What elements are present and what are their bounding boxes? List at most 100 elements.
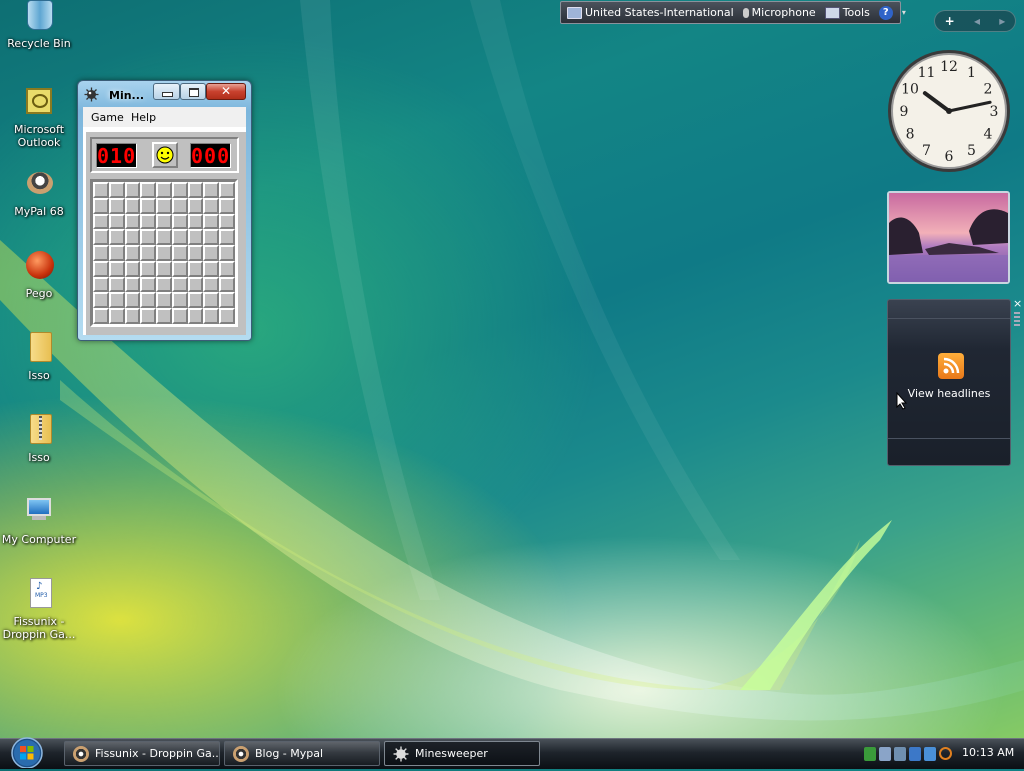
mine-cell[interactable]	[124, 276, 141, 293]
smiley-face-button[interactable]	[152, 142, 178, 168]
menu-help[interactable]: Help	[131, 111, 156, 124]
drag-handle-icon[interactable]	[1014, 312, 1020, 328]
mine-cell[interactable]	[219, 308, 235, 324]
minesweeper-window[interactable]: Min... ✕ Game Help 010 000	[77, 80, 252, 341]
mine-cell[interactable]	[140, 292, 157, 309]
mine-cell[interactable]	[156, 197, 172, 214]
mine-cell[interactable]	[124, 197, 141, 214]
mine-cell[interactable]	[93, 308, 109, 324]
taskbar-clock[interactable]: 10:13 AM	[962, 746, 1014, 759]
mine-cell[interactable]	[124, 292, 141, 309]
desktop-icon-mp3[interactable]: MP3 ♪ Fissunix - Droppin Ga...	[0, 578, 78, 641]
mine-cell[interactable]	[124, 260, 141, 277]
mine-cell[interactable]	[187, 245, 204, 261]
mine-cell[interactable]	[171, 182, 188, 198]
mine-cell[interactable]	[203, 213, 220, 230]
mine-cell[interactable]	[171, 260, 188, 277]
mine-cell[interactable]	[219, 260, 235, 277]
mine-cell[interactable]	[140, 276, 157, 293]
mine-cell[interactable]	[219, 229, 235, 246]
display-icon[interactable]	[909, 746, 921, 761]
mine-cell[interactable]	[156, 292, 172, 309]
mine-cell[interactable]	[93, 276, 109, 293]
minimize-button[interactable]	[153, 83, 180, 100]
language-icon[interactable]	[924, 746, 936, 761]
desktop-icon-pego[interactable]: Pego	[0, 250, 78, 300]
mine-cell[interactable]	[93, 260, 109, 277]
language-selector[interactable]: United States-International	[567, 6, 734, 19]
next-page-button[interactable]: ▸	[999, 14, 1005, 28]
desktop-icon-my-computer[interactable]: My Computer	[0, 496, 78, 546]
taskbar-button-fissunix[interactable]: Fissunix - Droppin Ga...	[64, 741, 220, 766]
mine-cell[interactable]	[187, 229, 204, 246]
slideshow-gadget[interactable]	[887, 191, 1010, 284]
mine-cell[interactable]	[171, 213, 188, 230]
mine-cell[interactable]	[140, 213, 157, 230]
mine-cell[interactable]	[187, 197, 204, 214]
mine-cell[interactable]	[219, 182, 235, 198]
mine-cell[interactable]	[219, 245, 235, 261]
mine-cell[interactable]	[187, 276, 204, 293]
mine-cell[interactable]	[108, 245, 125, 261]
mine-cell[interactable]	[108, 292, 125, 309]
mine-cell[interactable]	[140, 245, 157, 261]
mine-cell[interactable]	[124, 245, 141, 261]
mine-cell[interactable]	[187, 308, 204, 324]
desktop-icon-isso-folder[interactable]: Isso	[0, 332, 78, 382]
mine-cell[interactable]	[124, 229, 141, 246]
mine-cell[interactable]	[108, 260, 125, 277]
mine-cell[interactable]	[93, 229, 109, 246]
mine-cell[interactable]	[171, 292, 188, 309]
mine-cell[interactable]	[187, 182, 204, 198]
mine-cell[interactable]	[140, 260, 157, 277]
mine-cell[interactable]	[171, 229, 188, 246]
taskbar-button-minesweeper[interactable]: Minesweeper	[384, 741, 540, 766]
langbar-options-icon[interactable]: ▾	[902, 8, 906, 17]
mine-cell[interactable]	[219, 213, 235, 230]
mine-cell[interactable]	[203, 292, 220, 309]
mine-cell[interactable]	[171, 308, 188, 324]
maximize-button[interactable]	[180, 83, 206, 100]
mine-cell[interactable]	[156, 308, 172, 324]
mine-cell[interactable]	[171, 197, 188, 214]
help-button[interactable]: ?	[878, 5, 893, 20]
language-bar[interactable]: United States-International Microphone T…	[560, 1, 906, 24]
mine-cell[interactable]	[203, 182, 220, 198]
previous-page-button[interactable]: ◂	[974, 14, 980, 28]
close-icon[interactable]: ×	[1013, 298, 1023, 310]
desktop-icon-recycle-bin[interactable]: Recycle Bin	[0, 0, 78, 50]
menu-game[interactable]: Game	[91, 111, 124, 124]
mine-cell[interactable]	[203, 245, 220, 261]
mine-cell[interactable]	[108, 213, 125, 230]
mine-cell[interactable]	[93, 292, 109, 309]
security-check-icon[interactable]	[864, 746, 876, 761]
microphone-button[interactable]: Microphone	[742, 6, 816, 19]
network-icon[interactable]	[879, 746, 891, 761]
mine-cell[interactable]	[124, 213, 141, 230]
start-button[interactable]	[8, 734, 46, 769]
mine-cell[interactable]	[203, 229, 220, 246]
mine-cell[interactable]	[140, 308, 157, 324]
mine-cell[interactable]	[93, 213, 109, 230]
mine-cell[interactable]	[171, 245, 188, 261]
tools-button[interactable]: Tools	[824, 6, 870, 19]
mine-cell[interactable]	[156, 245, 172, 261]
mine-cell[interactable]	[93, 182, 109, 198]
search-icon[interactable]	[939, 747, 952, 760]
clock-gadget[interactable]: 12 1 2 3 4 5 6 7 8 9 10 11	[886, 48, 1012, 174]
mine-cell[interactable]	[219, 292, 235, 309]
mine-cell[interactable]	[140, 229, 157, 246]
mine-cell[interactable]	[203, 276, 220, 293]
mine-cell[interactable]	[93, 197, 109, 214]
mine-cell[interactable]	[108, 276, 125, 293]
mine-cell[interactable]	[124, 308, 141, 324]
mine-cell[interactable]	[156, 182, 172, 198]
feed-headlines-gadget[interactable]: View headlines	[887, 299, 1011, 466]
mine-cell[interactable]	[219, 197, 235, 214]
mine-cell[interactable]	[203, 308, 220, 324]
mine-cell[interactable]	[108, 308, 125, 324]
desktop-icon-outlook[interactable]: Microsoft Outlook	[0, 86, 78, 149]
taskbar-button-blog-mypal[interactable]: Blog - Mypal	[224, 741, 380, 766]
desktop-icon-isso-zip[interactable]: Isso	[0, 414, 78, 464]
mine-cell[interactable]	[187, 260, 204, 277]
